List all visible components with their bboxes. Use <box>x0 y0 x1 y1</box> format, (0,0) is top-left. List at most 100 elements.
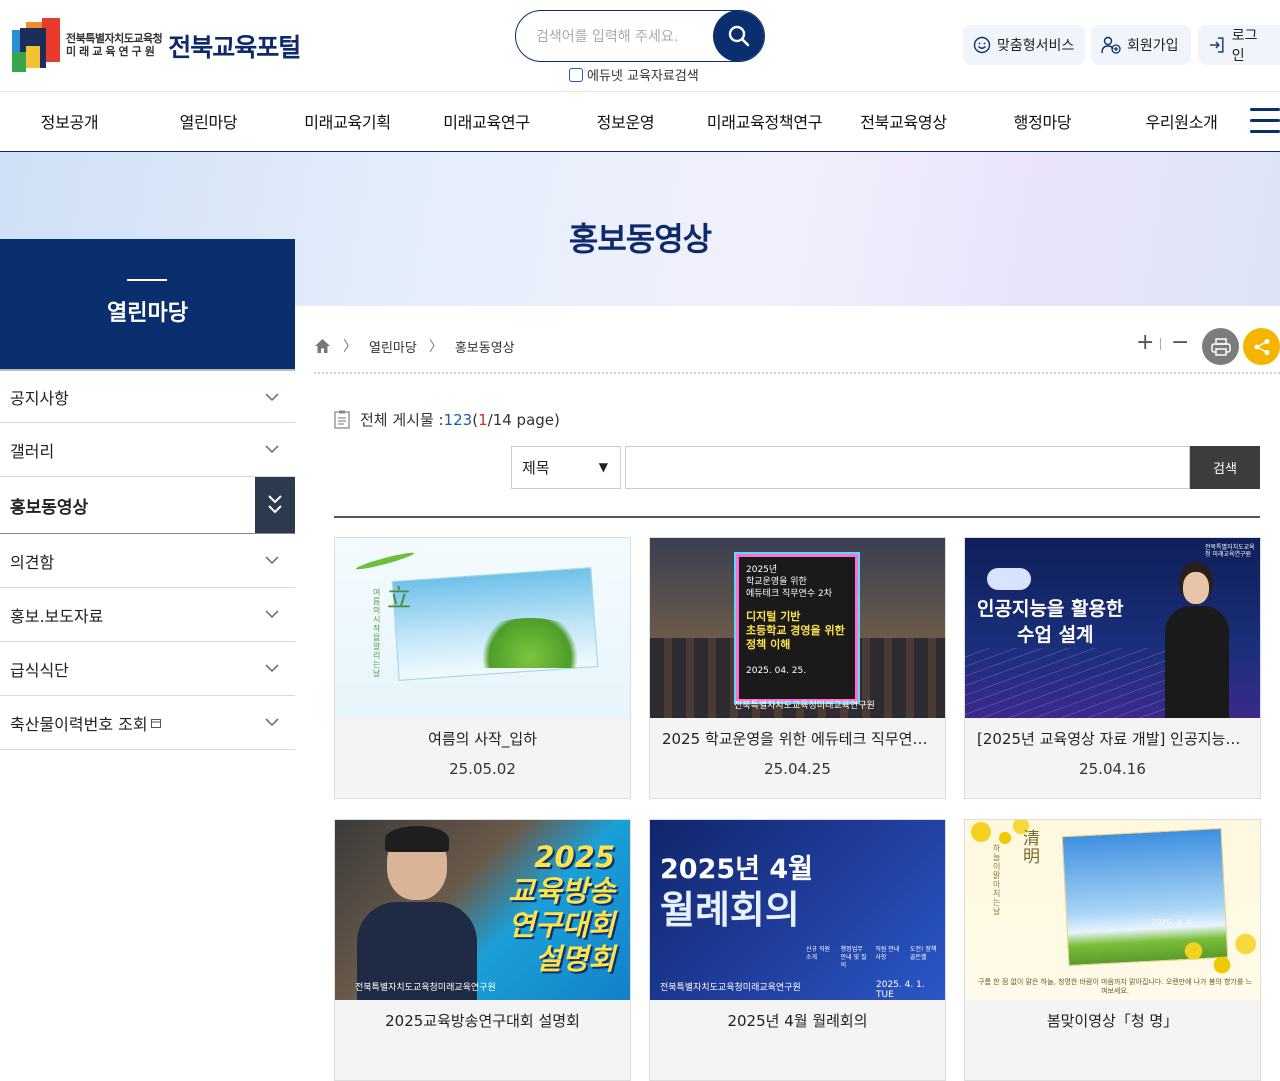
video-thumbnail[interactable]: 2025 교육방송 연구대회 설명회 전북특별자치도교육청미래교육연구원 <box>335 820 630 1000</box>
join-button[interactable]: 회원가입 <box>1091 25 1191 65</box>
video-card[interactable]: 2025년 학교운영을 위한 에듀테크 직무연수 2차 디지털 기반 초등학교 … <box>649 537 946 799</box>
video-title[interactable]: 2025 학교운영을 위한 에듀테크 직무연수 2차 <box>662 728 933 749</box>
gnb-item-about[interactable]: 우리원소개 <box>1112 92 1251 150</box>
video-thumbnail[interactable]: 2025년 4월 월례회의 신규 직원 소개 행정업무 안내 및 질의 직원 안… <box>650 820 945 1000</box>
gnb-item-future-research[interactable]: 미래교육연구 <box>417 92 556 150</box>
video-card[interactable]: 立 여름의 시작을 알리는 날 여름의 사작_입하 25.05.02 <box>334 537 631 799</box>
thumb-edutech-date: 2025. 04. 25. <box>746 666 807 676</box>
sidebar-item-suggestion[interactable]: 의견함 <box>0 534 295 588</box>
gnb-item-open-forum[interactable]: 열린마당 <box>139 92 278 150</box>
breadcrumb-item[interactable]: 열린마당 <box>369 337 417 356</box>
chevron-down-icon <box>265 556 279 565</box>
zoom-out-button[interactable]: − <box>1171 330 1189 355</box>
video-title[interactable]: 2025년 4월 월례회의 <box>662 1010 933 1031</box>
thumb-caption: 전북특별자치도교육청미래교육연구원 <box>660 983 801 993</box>
sidebar-item-press[interactable]: 홍보.보도자료 <box>0 588 295 642</box>
thumb-edutech-line: 에듀테크 직무연수 2차 <box>746 589 832 599</box>
video-date: 25.04.25 <box>764 760 831 778</box>
sidebar-item-gallery[interactable]: 갤러리 <box>0 423 295 477</box>
menu-icon[interactable] <box>1250 108 1280 134</box>
edunet-checkbox[interactable] <box>569 67 583 82</box>
board-icon <box>334 410 350 429</box>
video-card[interactable]: 2025 교육방송 연구대회 설명회 전북특별자치도교육청미래교육연구원 202… <box>334 819 631 1081</box>
custom-service-button[interactable]: 맞춤형서비스 <box>963 25 1085 65</box>
sidebar-item-label: 의견함 <box>10 552 55 572</box>
thumb-cheongmyeong-chars: 清明 <box>1023 829 1040 867</box>
breadcrumb: 〉 열린마당 〉 홍보동영상 + − <box>314 328 1280 374</box>
video-thumbnail[interactable]: 인공지능을 활용한 수업 설계 전북특별자치도교육청 미래교육연구원 <box>965 538 1260 718</box>
search-input[interactable] <box>536 25 711 49</box>
thumb-edutech-highlight: 정책 이해 <box>746 638 791 651</box>
home-icon[interactable] <box>314 338 331 354</box>
video-title[interactable]: 2025교육방송연구대회 설명회 <box>347 1010 618 1031</box>
thumb-ai-title: 수업 설계 <box>1017 624 1094 646</box>
login-button[interactable]: 로그인 <box>1198 25 1280 65</box>
gnb-item-future-planning[interactable]: 미래교육기획 <box>278 92 417 150</box>
board-search-button[interactable]: 검색 <box>1190 446 1260 489</box>
search-field-select[interactable]: 제목 ▼ <box>511 446 621 489</box>
thumb-broadcast-title: 2025 <box>534 840 615 874</box>
thumb-cheongmyeong-caption: 구름 한 점 없이 맑은 하늘, 청명한 바람이 마음까지 맑아집니다. 오랜만… <box>978 978 1252 995</box>
sidebar-item-promo-video[interactable]: 홍보동영상 <box>0 477 295 534</box>
zoom-in-button[interactable]: + <box>1136 330 1154 355</box>
thumb-edutech-highlight: 디지털 기반 <box>746 610 801 623</box>
chevron-down-icon <box>265 718 279 727</box>
board-total: 전체 게시물 : 123 ( 1 /14 page) <box>334 409 560 430</box>
video-title[interactable]: [2025년 교육영상 자료 개발] 인공지능을 활용한 수업 설계 <box>977 728 1248 749</box>
share-button[interactable] <box>1243 328 1280 365</box>
sidebar-item-label: 홍보.보도자료 <box>10 606 104 626</box>
thumb-caption: 전북특별자치도교육청미래교육연구원 <box>734 701 875 711</box>
gnb-item-info-operation[interactable]: 정보운영 <box>556 92 695 150</box>
edunet-search-option[interactable]: 에듀넷 교육자료검색 <box>569 65 699 84</box>
video-card[interactable]: 清明 하늘이 맑아지는 날 2025. 4. 4. 구름 한 점 없이 맑은 하… <box>964 819 1261 1081</box>
chevron-down-icon <box>265 393 279 402</box>
video-thumbnail[interactable]: 清明 하늘이 맑아지는 날 2025. 4. 4. 구름 한 점 없이 맑은 하… <box>965 820 1260 1000</box>
gnb-item-info-disclosure[interactable]: 정보공개 <box>0 92 139 150</box>
video-title[interactable]: 여름의 사작_입하 <box>347 728 618 749</box>
sidebar-item-label: 갤러리 <box>10 441 55 461</box>
video-date: 25.05.02 <box>449 760 516 778</box>
zoom-divider <box>1160 338 1161 350</box>
thumb-monthly-item: 신규 직원 소개 <box>806 946 830 961</box>
thumb-monthly-item: 직원 안내사항 <box>875 946 900 961</box>
sidebar-item-meal[interactable]: 급식식단 <box>0 642 295 696</box>
double-chevron-down-icon <box>255 477 295 533</box>
thumb-ipha-char: 立 <box>387 584 411 612</box>
sidebar-item-livestock[interactable]: 축산물이력번호 조회 <box>0 696 295 750</box>
current-page: 1 <box>478 410 488 429</box>
board-top-line <box>334 516 1260 518</box>
sidebar-item-notice[interactable]: 공지사항 <box>0 369 295 423</box>
share-icon <box>1254 338 1269 355</box>
board-search-input[interactable] <box>625 446 1190 489</box>
search-icon <box>728 25 750 47</box>
thumb-cheongmyeong-vertical: 하늘이 맑아지는 날 <box>993 844 1001 916</box>
thumb-date: 2025. 4. 1. TUE <box>876 980 925 1000</box>
page-total: /14 page) <box>487 410 560 429</box>
chevron-down-icon <box>265 445 279 454</box>
search-button[interactable] <box>713 11 764 61</box>
total-count: 123 <box>443 410 473 429</box>
sidebar-item-label: 홍보동영상 <box>10 497 89 518</box>
gnb-item-education-video[interactable]: 전북교육영상 <box>834 92 973 150</box>
gnb-item-policy-research[interactable]: 미래교육정책연구 <box>695 92 834 150</box>
video-thumbnail[interactable]: 2025년 학교운영을 위한 에듀테크 직무연수 2차 디지털 기반 초등학교 … <box>650 538 945 718</box>
thumb-caption: 전북특별자치도교육청미래교육연구원 <box>355 983 496 993</box>
chevron-down-icon <box>265 610 279 619</box>
video-title[interactable]: 봄맞이영상「청 명」 <box>977 1010 1248 1031</box>
thumb-ipha-vertical: 여름의 시작을 알리는 날 <box>373 588 381 678</box>
thumb-ai-badge: 전북특별자치도교육청 미래교육연구원 <box>1205 544 1255 558</box>
video-thumbnail[interactable]: 立 여름의 시작을 알리는 날 <box>335 538 630 718</box>
main-navigation: 정보공개 열린마당 미래교육기획 미래교육연구 정보운영 미래교육정책연구 전북… <box>0 92 1280 152</box>
thumb-monthly-item: 도전! 정책골든벨 <box>909 946 937 961</box>
site-logo[interactable]: 전북특별자치도교육청 미래교육연구원 전북교육포털 <box>12 18 301 74</box>
login-label: 로그인 <box>1231 28 1258 64</box>
site-header: 전북특별자치도교육청 미래교육연구원 전북교육포털 에듀넷 교육자료검색 맞춤형… <box>0 0 1280 92</box>
thumb-ai-title: 인공지능을 활용한 <box>977 598 1124 620</box>
gnb-item-administration[interactable]: 행정마당 <box>973 92 1112 150</box>
video-card[interactable]: 인공지능을 활용한 수업 설계 전북특별자치도교육청 미래교육연구원 [2025… <box>964 537 1261 799</box>
breadcrumb-item-current[interactable]: 홍보동영상 <box>455 337 515 356</box>
video-card[interactable]: 2025년 4월 월례회의 신규 직원 소개 행정업무 안내 및 질의 직원 안… <box>649 819 946 1081</box>
sidebar-item-label: 급식식단 <box>10 660 69 680</box>
print-button[interactable] <box>1202 328 1239 365</box>
logo-org-line2: 미래교육연구원 <box>66 45 158 58</box>
